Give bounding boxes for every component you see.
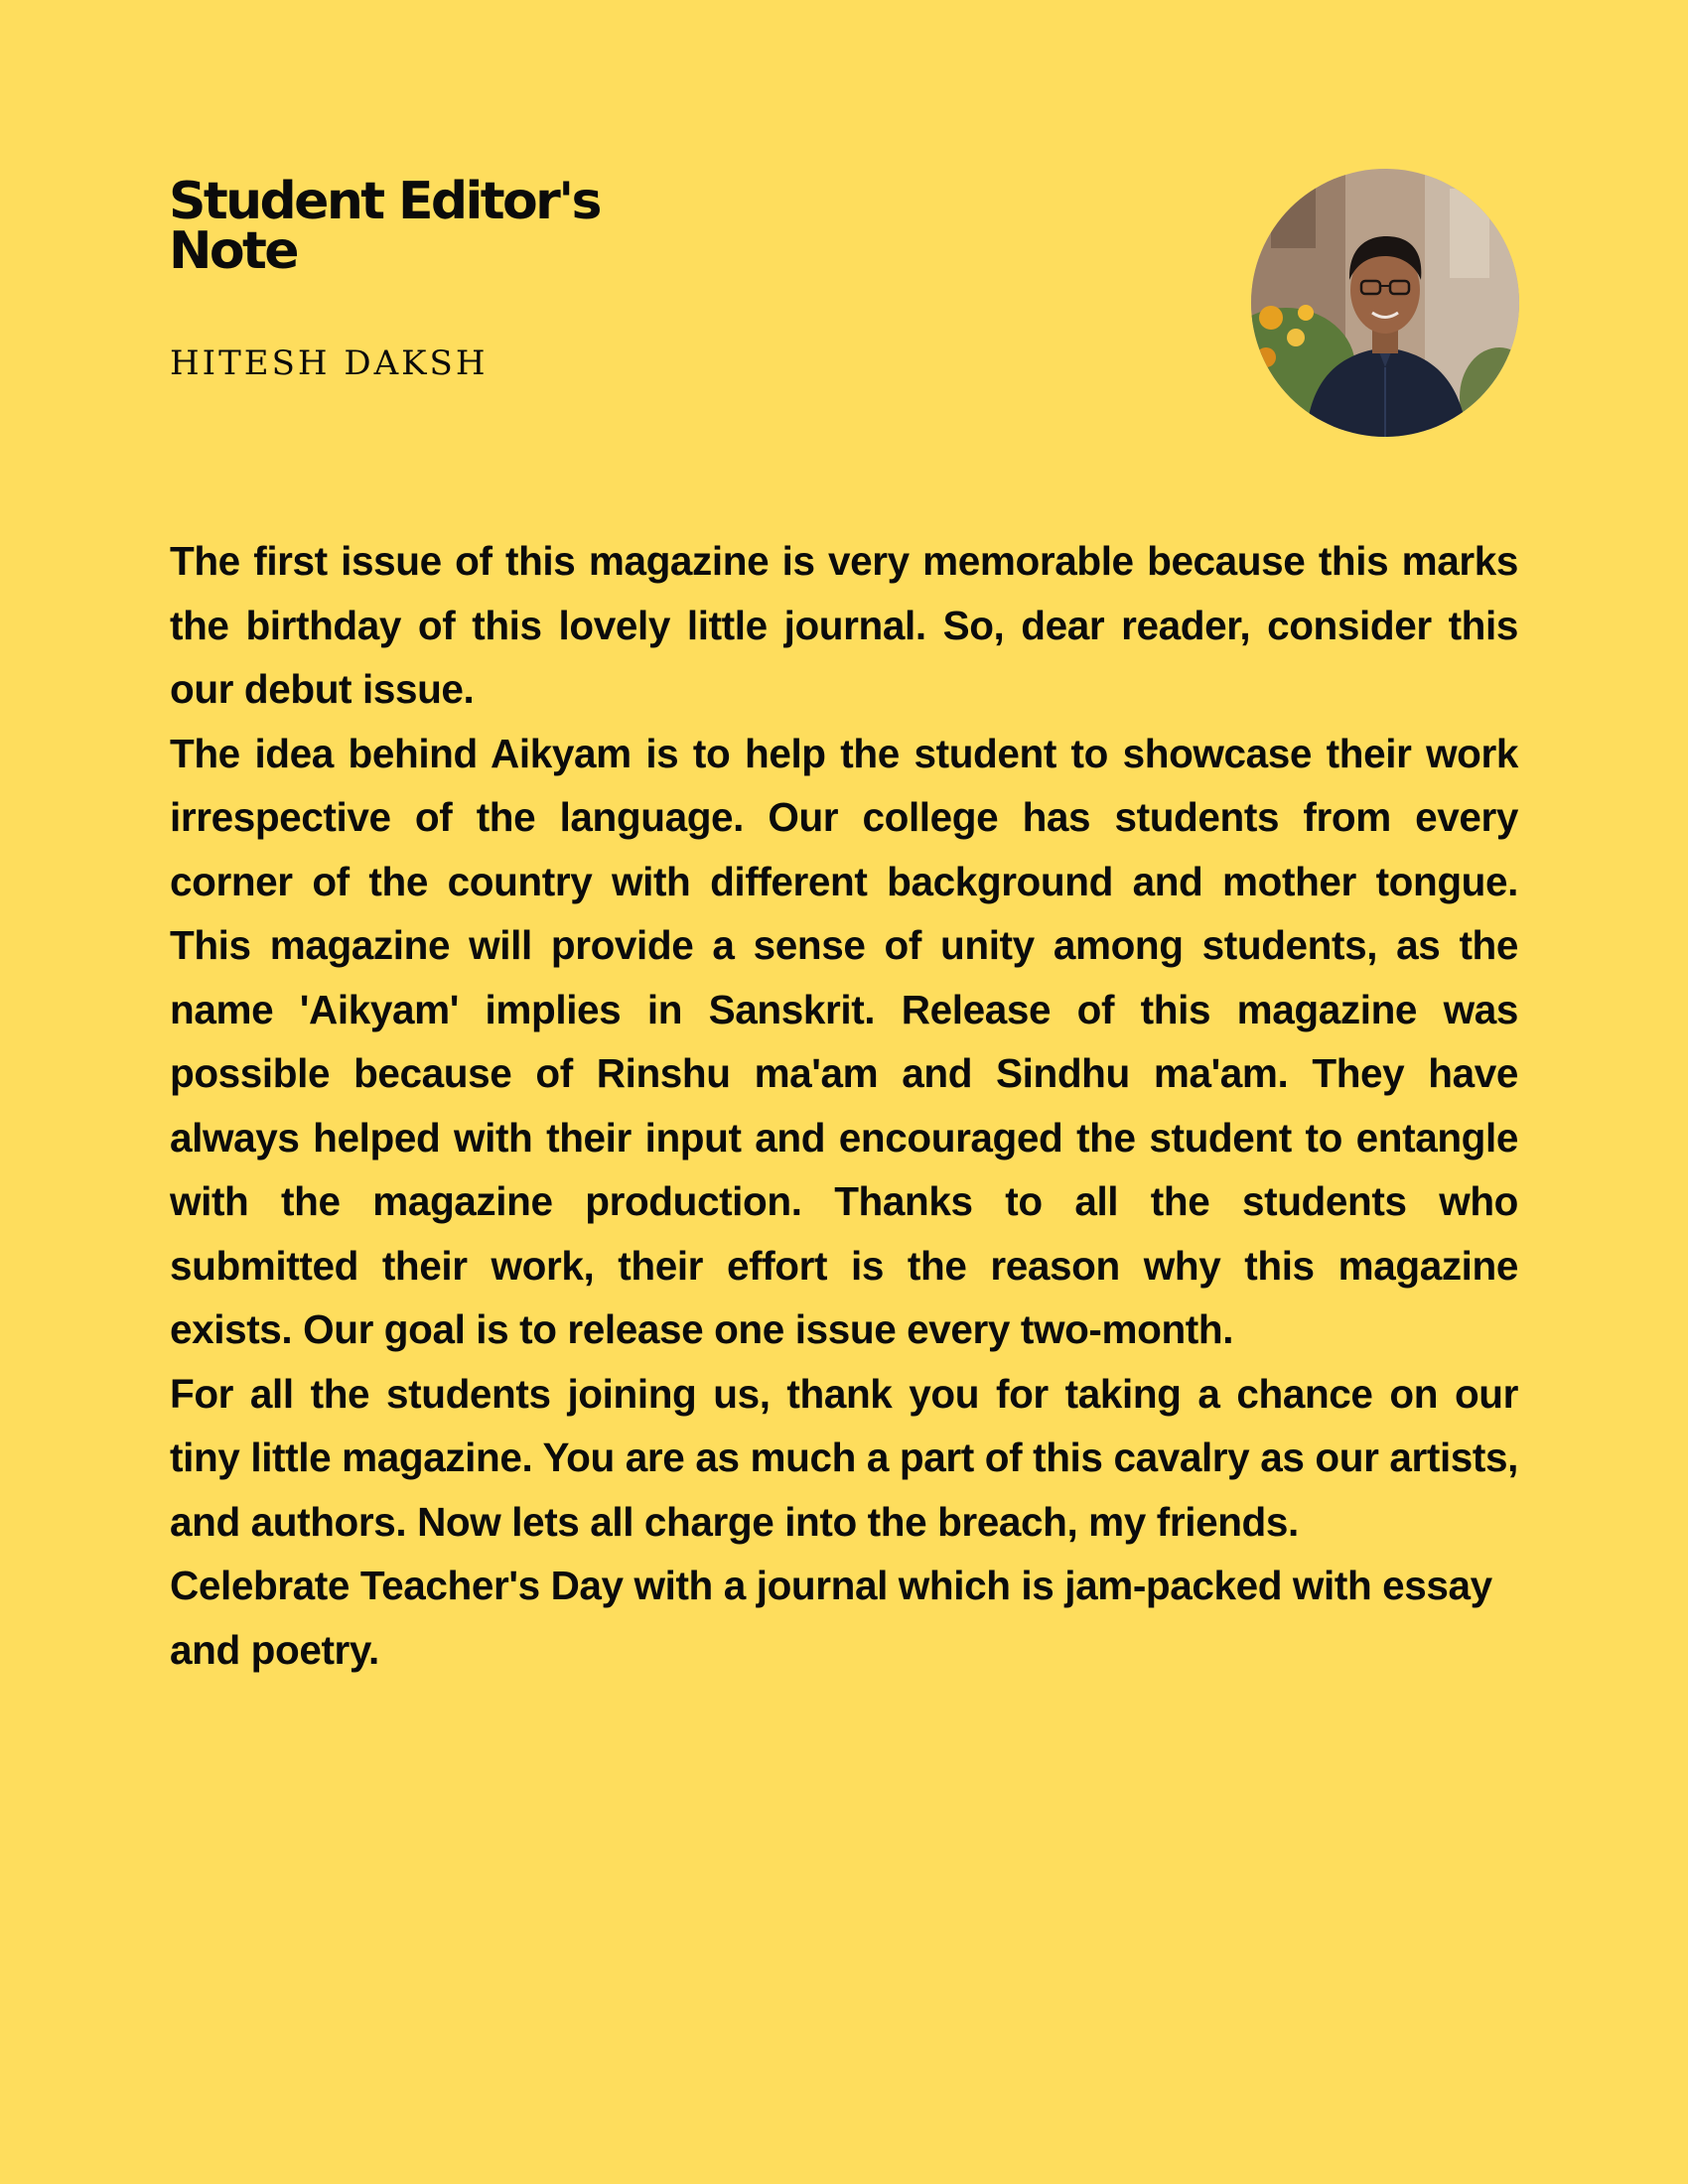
editor-avatar <box>1251 169 1519 437</box>
paragraph: The first issue of this magazine is very… <box>170 538 1518 712</box>
editor-note-body: The first issue of this magazine is very… <box>170 529 1518 1682</box>
author-name: HITESH DAKSH <box>170 343 489 383</box>
page-title: Student Editor's Note <box>169 172 602 281</box>
paragraph: Celebrate Teacher's Day with a journal w… <box>170 1563 1492 1673</box>
paragraph: For all the students joining us, thank y… <box>170 1370 1518 1545</box>
paragraph: The idea behind Aikyam is to help the st… <box>170 730 1518 1353</box>
editor-portrait-photo <box>1251 169 1519 437</box>
